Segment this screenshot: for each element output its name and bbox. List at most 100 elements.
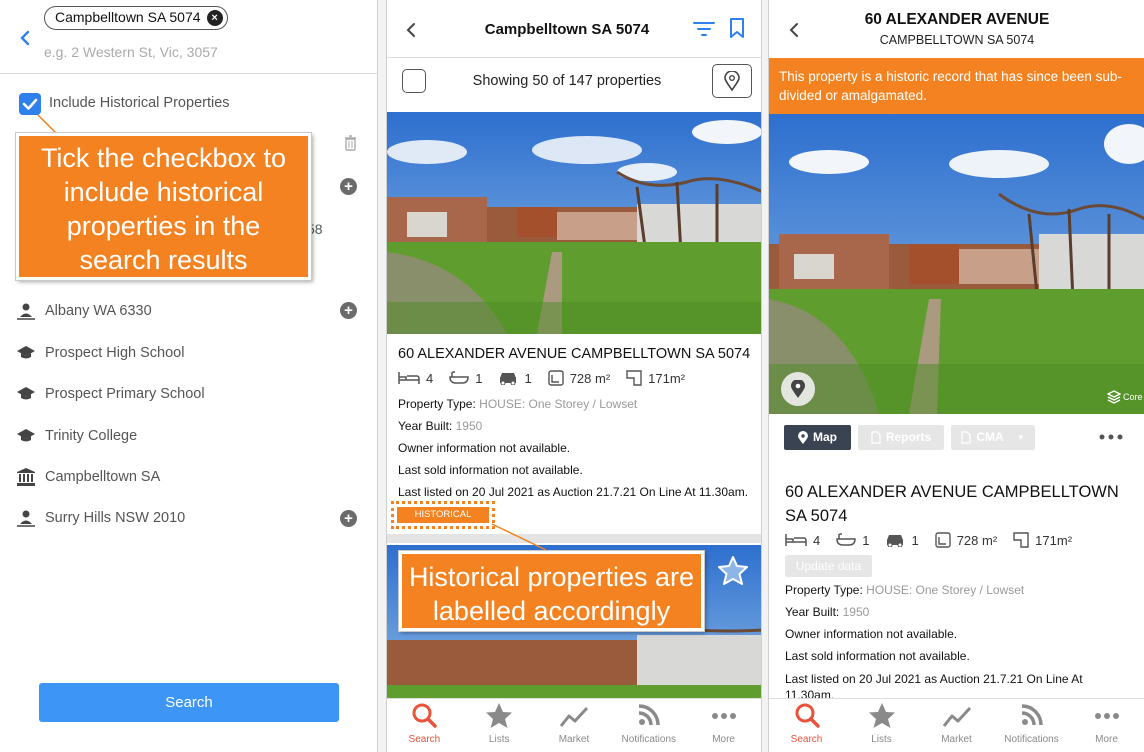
add-albany-button[interactable]: + [340, 302, 357, 319]
callout-line: Tick the checkbox to [40, 143, 287, 173]
chevron-down-icon: ▼ [1016, 433, 1025, 442]
trend-chart-icon [559, 706, 588, 727]
add-surry-hills-button[interactable]: + [340, 510, 357, 527]
back-chevron-icon[interactable] [405, 22, 417, 38]
last-listed: Last listed on 20 Jul 2021 as Auction 21… [398, 485, 749, 499]
property-address[interactable]: 60 ALEXANDER AVENUE CAMPBELLTOWN SA 5074 [398, 346, 750, 362]
include-historical-label: Include Historical Properties [49, 95, 230, 111]
property-type: Property Type: HOUSE: One Storey / Lowse… [398, 397, 638, 411]
school-icon [16, 343, 36, 363]
more-options-icon[interactable] [1099, 434, 1123, 440]
land-size: 728 m² [956, 532, 998, 548]
school-icon [16, 384, 36, 404]
last-sold: Last sold information not available. [785, 649, 970, 663]
back-chevron-icon[interactable] [18, 30, 32, 46]
tab-more[interactable]: More [686, 699, 761, 752]
results-panel: Campbelltown SA 5074 Showing 50 of 147 p… [386, 0, 762, 752]
map-pin-button[interactable] [781, 372, 815, 406]
callout-line: include historical [63, 177, 264, 207]
recent-item-albany[interactable]: Albany WA 6330 [16, 301, 152, 321]
tab-lists[interactable]: Lists [844, 699, 919, 752]
recent-item-label: Prospect Primary School [45, 386, 205, 402]
checkmark-icon [22, 98, 38, 110]
more-dots-icon [1094, 713, 1119, 719]
tab-notifications[interactable]: Notifications [611, 699, 686, 752]
tab-market[interactable]: Market [919, 699, 994, 752]
school-icon [16, 426, 36, 446]
tab-label: Notifications [621, 734, 677, 745]
search-panel: Campbelltown SA 5074 × e.g. 2 Western St… [0, 0, 378, 752]
remove-chip-icon[interactable]: × [206, 10, 223, 26]
add-location-button[interactable]: + [340, 178, 357, 195]
tab-search[interactable]: Search [387, 699, 462, 752]
favourite-star-icon[interactable] [717, 555, 749, 585]
property-photo[interactable] [769, 114, 1144, 414]
tab-search[interactable]: Search [769, 699, 844, 752]
map-pin-icon [724, 71, 740, 91]
tab-more[interactable]: More [1069, 699, 1144, 752]
recent-item-surry-hills[interactable]: Surry Hills NSW 2010 [16, 508, 185, 528]
corelogic-watermark: Core [1107, 390, 1143, 404]
more-dots-icon [711, 713, 736, 719]
rss-feed-icon [1021, 704, 1043, 726]
recent-item-label: Prospect High School [45, 345, 185, 361]
include-historical-checkbox[interactable] [19, 93, 41, 115]
property-photo[interactable] [387, 112, 761, 334]
year-built: Year Built: 1950 [398, 419, 483, 433]
floor-area: 171m² [648, 370, 686, 386]
land-size-icon [935, 532, 951, 548]
historical-callout: Historical properties are labelled accor… [398, 550, 705, 632]
last-sold: Last sold information not available. [398, 463, 583, 477]
tab-lists[interactable]: Lists [462, 699, 537, 752]
location-chip[interactable]: Campbelltown SA 5074 × [44, 6, 228, 30]
divider [387, 57, 761, 58]
property-type: Property Type: HOUSE: One Storey / Lowse… [785, 583, 1025, 597]
page-subtitle: CAMPBELLTOWN SA 5074 [879, 33, 1035, 47]
bath-icon [449, 371, 469, 385]
callout-line: labelled accordingly [432, 596, 671, 626]
person-location-icon [16, 508, 36, 528]
map-pin-icon [791, 380, 805, 398]
tab-market[interactable]: Market [537, 699, 612, 752]
map-pin-icon [798, 431, 808, 444]
cars-count: 1 [911, 532, 919, 548]
person-location-icon [16, 301, 36, 321]
owner-info: Owner information not available. [398, 441, 571, 455]
property-detail-panel: 60 ALEXANDER AVENUE CAMPBELLTOWN SA 5074… [768, 0, 1144, 752]
recent-item-campbelltown[interactable]: Campbelltown SA [16, 467, 160, 487]
car-icon [498, 371, 518, 385]
floor-area: 171m² [1035, 532, 1073, 548]
tab-notifications[interactable]: Notifications [994, 699, 1069, 752]
recent-item-trinity[interactable]: Trinity College [16, 426, 137, 446]
owner-info: Owner information not available. [785, 627, 958, 641]
cma-dropdown[interactable]: CMA ▼ [951, 425, 1035, 450]
reports-button[interactable]: Reports [858, 425, 944, 450]
select-all-checkbox[interactable] [402, 69, 426, 93]
recent-item-prospect-high[interactable]: Prospect High School [16, 343, 184, 363]
baths-count: 1 [475, 370, 483, 386]
land-size: 728 m² [569, 370, 611, 386]
trash-icon[interactable] [344, 135, 357, 151]
star-icon [868, 703, 895, 728]
divider [0, 73, 377, 74]
document-icon [871, 431, 881, 444]
update-data-button[interactable]: Update data [785, 555, 872, 577]
recent-item-label: Campbelltown SA [45, 469, 161, 485]
council-building-icon [16, 467, 36, 487]
recent-item-prospect-primary[interactable]: Prospect Primary School [16, 384, 205, 404]
recent-item-label: Albany WA 6330 [45, 303, 152, 319]
map-view-button[interactable] [712, 64, 752, 98]
callout-line: search results [79, 245, 248, 275]
tab-label: Lists [871, 734, 892, 745]
filter-icon[interactable] [693, 20, 715, 38]
showing-count: Showing 50 of 147 properties [472, 73, 662, 89]
search-button[interactable]: Search [39, 683, 339, 722]
bed-icon [398, 371, 420, 385]
callout-pointer [491, 523, 547, 551]
search-input[interactable]: e.g. 2 Western St, Vic, 3057 [44, 44, 218, 60]
tab-label: More [712, 734, 735, 745]
back-chevron-icon[interactable] [788, 22, 800, 38]
tab-label: Notifications [1004, 734, 1059, 745]
map-button[interactable]: Map [784, 425, 851, 450]
bookmark-icon[interactable] [729, 18, 745, 38]
